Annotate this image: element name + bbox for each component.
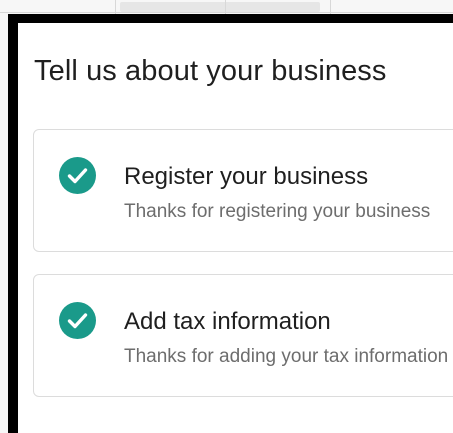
background-divider — [115, 0, 116, 14]
background-divider — [330, 0, 331, 14]
screen: Tell us about your business Register you… — [0, 0, 453, 433]
step-card-register-business[interactable]: Register your business Thanks for regist… — [33, 129, 453, 252]
background-divider — [225, 0, 226, 14]
step-subtitle: Thanks for adding your tax information — [124, 346, 449, 367]
background-header — [120, 2, 320, 12]
step-title: Register your business — [124, 163, 369, 190]
step-subtitle: Thanks for registering your business — [124, 201, 431, 222]
check-circle-icon — [59, 157, 96, 194]
step-title: Add tax information — [124, 308, 331, 335]
step-card-add-tax-information[interactable]: Add tax information Thanks for adding yo… — [33, 274, 453, 397]
panel-title: Tell us about your business — [34, 55, 387, 87]
business-setup-panel: Tell us about your business Register you… — [18, 23, 453, 433]
background-divider — [0, 12, 453, 13]
check-circle-icon — [59, 302, 96, 339]
